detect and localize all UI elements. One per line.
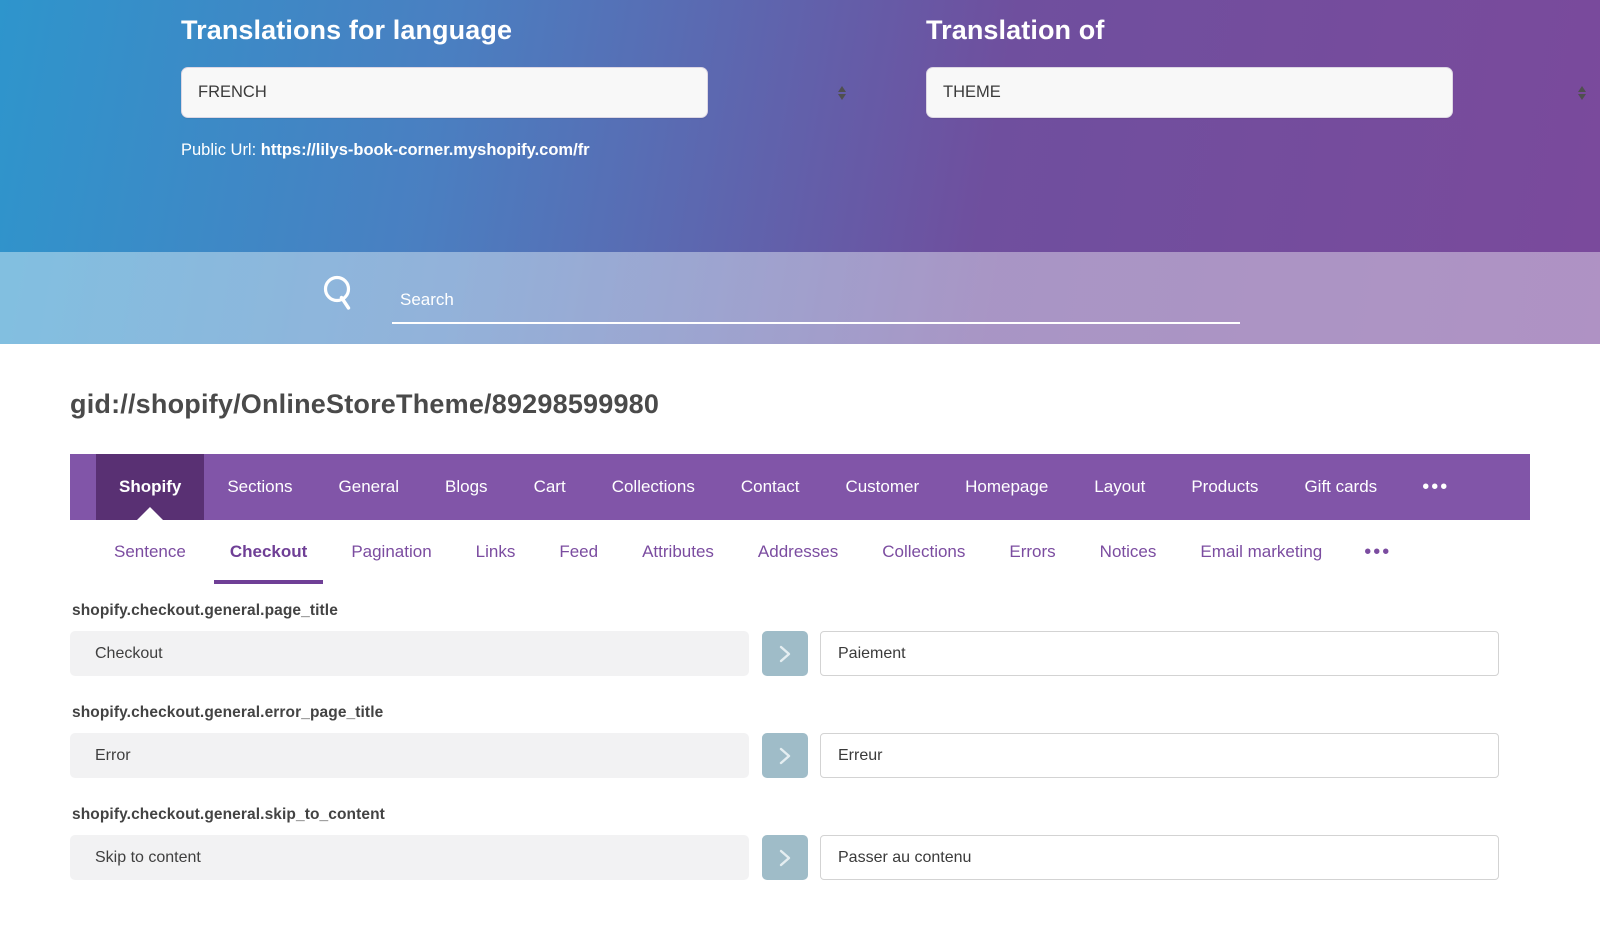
tab-blogs[interactable]: Blogs xyxy=(422,454,511,520)
tab-collections-secondary[interactable]: Collections xyxy=(860,520,987,584)
tab-customer[interactable]: Customer xyxy=(822,454,942,520)
tab-links[interactable]: Links xyxy=(454,520,538,584)
translation-row: shopify.checkout.general.page_title Chec… xyxy=(70,602,1530,676)
tab-layout[interactable]: Layout xyxy=(1071,454,1168,520)
tab-checkout[interactable]: Checkout xyxy=(208,520,329,584)
translation-input[interactable] xyxy=(820,631,1499,676)
copy-to-translation-button[interactable] xyxy=(762,835,808,880)
tab-label: Collections xyxy=(611,477,695,496)
tab-addresses[interactable]: Addresses xyxy=(736,520,860,584)
tab-label: Customer xyxy=(845,477,920,496)
translation-row: shopify.checkout.general.skip_to_content… xyxy=(70,806,1530,880)
tab-label: Homepage xyxy=(965,477,1049,496)
resource-type-group: Translation of THEME xyxy=(860,0,1600,160)
chevron-updown-icon xyxy=(1578,85,1586,100)
tab-errors[interactable]: Errors xyxy=(987,520,1077,584)
source-text-field: Error xyxy=(70,733,749,778)
tab-label: Notices xyxy=(1099,542,1157,561)
translation-input[interactable] xyxy=(820,835,1499,880)
tab-email-marketing[interactable]: Email marketing xyxy=(1178,520,1344,584)
tab-shopify[interactable]: Shopify xyxy=(96,454,205,520)
tab-label: Collections xyxy=(882,542,966,561)
tab-sentence[interactable]: Sentence xyxy=(92,520,208,584)
chevron-right-icon xyxy=(777,744,793,768)
copy-to-translation-button[interactable] xyxy=(762,733,808,778)
translation-key: shopify.checkout.general.page_title xyxy=(72,602,338,619)
primary-tab-bar: Shopify Sections General Blogs Cart Coll… xyxy=(70,454,1530,520)
page-title: gid://shopify/OnlineStoreTheme/892985999… xyxy=(70,389,660,419)
tab-label: Shopify xyxy=(119,477,182,496)
ellipsis-icon: ••• xyxy=(1364,540,1392,563)
tab-label: Links xyxy=(475,542,516,561)
tab-label: Layout xyxy=(1094,477,1146,496)
source-text-field: Skip to content xyxy=(70,835,749,880)
tab-homepage[interactable]: Homepage xyxy=(942,454,1071,520)
search-field[interactable] xyxy=(392,290,1240,324)
tab-sections[interactable]: Sections xyxy=(204,454,315,520)
translation-input[interactable] xyxy=(820,733,1499,778)
secondary-tabs-overflow-button[interactable]: ••• xyxy=(1344,520,1411,584)
search-icon xyxy=(320,272,360,316)
resource-type-select-wrapper[interactable]: THEME xyxy=(926,67,1600,118)
resource-type-select[interactable]: THEME xyxy=(926,67,1453,118)
tab-general[interactable]: General xyxy=(316,454,422,520)
tab-cart[interactable]: Cart xyxy=(511,454,589,520)
tab-collections[interactable]: Collections xyxy=(589,454,718,520)
translation-rows: shopify.checkout.general.page_title Chec… xyxy=(70,584,1530,880)
tab-pagination[interactable]: Pagination xyxy=(329,520,453,584)
translation-row: shopify.checkout.general.error_page_titl… xyxy=(70,704,1530,778)
tab-label: Pagination xyxy=(351,542,432,561)
tab-label: Blogs xyxy=(445,477,488,496)
chevron-right-icon xyxy=(777,642,793,666)
public-url-link[interactable]: https://lilys-book-corner.myshopify.com/… xyxy=(261,141,590,159)
language-selector-group: Translations for language FRENCH Public … xyxy=(0,0,860,160)
tab-feed[interactable]: Feed xyxy=(537,520,620,584)
tab-label: Errors xyxy=(1009,542,1056,561)
tab-label: Feed xyxy=(559,542,599,561)
tab-label: Gift cards xyxy=(1304,477,1378,496)
public-url-label: Public Url: xyxy=(181,141,261,159)
language-select-wrapper[interactable]: FRENCH xyxy=(181,67,860,118)
translation-key: shopify.checkout.general.error_page_titl… xyxy=(72,704,384,721)
tab-label: Sections xyxy=(227,477,293,496)
tab-label: Email marketing xyxy=(1200,542,1323,561)
translation-of-label: Translation of xyxy=(926,15,1105,45)
translation-key: shopify.checkout.general.skip_to_content xyxy=(72,806,385,823)
tab-gift-cards[interactable]: Gift cards xyxy=(1281,454,1400,520)
translation-header: Translations for language FRENCH Public … xyxy=(0,0,1600,252)
chevron-updown-icon xyxy=(838,85,846,100)
tab-contact[interactable]: Contact xyxy=(718,454,823,520)
tab-products[interactable]: Products xyxy=(1168,454,1281,520)
tab-label: Contact xyxy=(740,477,800,496)
tab-label: Checkout xyxy=(229,542,308,561)
tab-attributes[interactable]: Attributes xyxy=(620,520,736,584)
tab-notices[interactable]: Notices xyxy=(1078,520,1179,584)
primary-tabs-overflow-button[interactable]: ••• xyxy=(1400,454,1471,520)
tab-label: Sentence xyxy=(114,542,186,561)
tab-label: Addresses xyxy=(757,542,839,561)
tab-label: Attributes xyxy=(642,542,714,561)
language-select[interactable]: FRENCH xyxy=(181,67,708,118)
copy-to-translation-button[interactable] xyxy=(762,631,808,676)
tab-label: Products xyxy=(1191,477,1259,496)
tab-label: Cart xyxy=(533,477,566,496)
source-text-field: Checkout xyxy=(70,631,749,676)
search-bar xyxy=(0,252,1600,344)
translations-for-language-label: Translations for language xyxy=(181,15,513,45)
secondary-tab-bar: Sentence Checkout Pagination Links Feed … xyxy=(70,520,1530,584)
search-input[interactable] xyxy=(392,290,1240,312)
ellipsis-icon: ••• xyxy=(1422,475,1450,498)
tab-label: General xyxy=(338,477,400,496)
public-url: Public Url: https://lilys-book-corner.my… xyxy=(181,141,860,160)
chevron-right-icon xyxy=(777,846,793,870)
